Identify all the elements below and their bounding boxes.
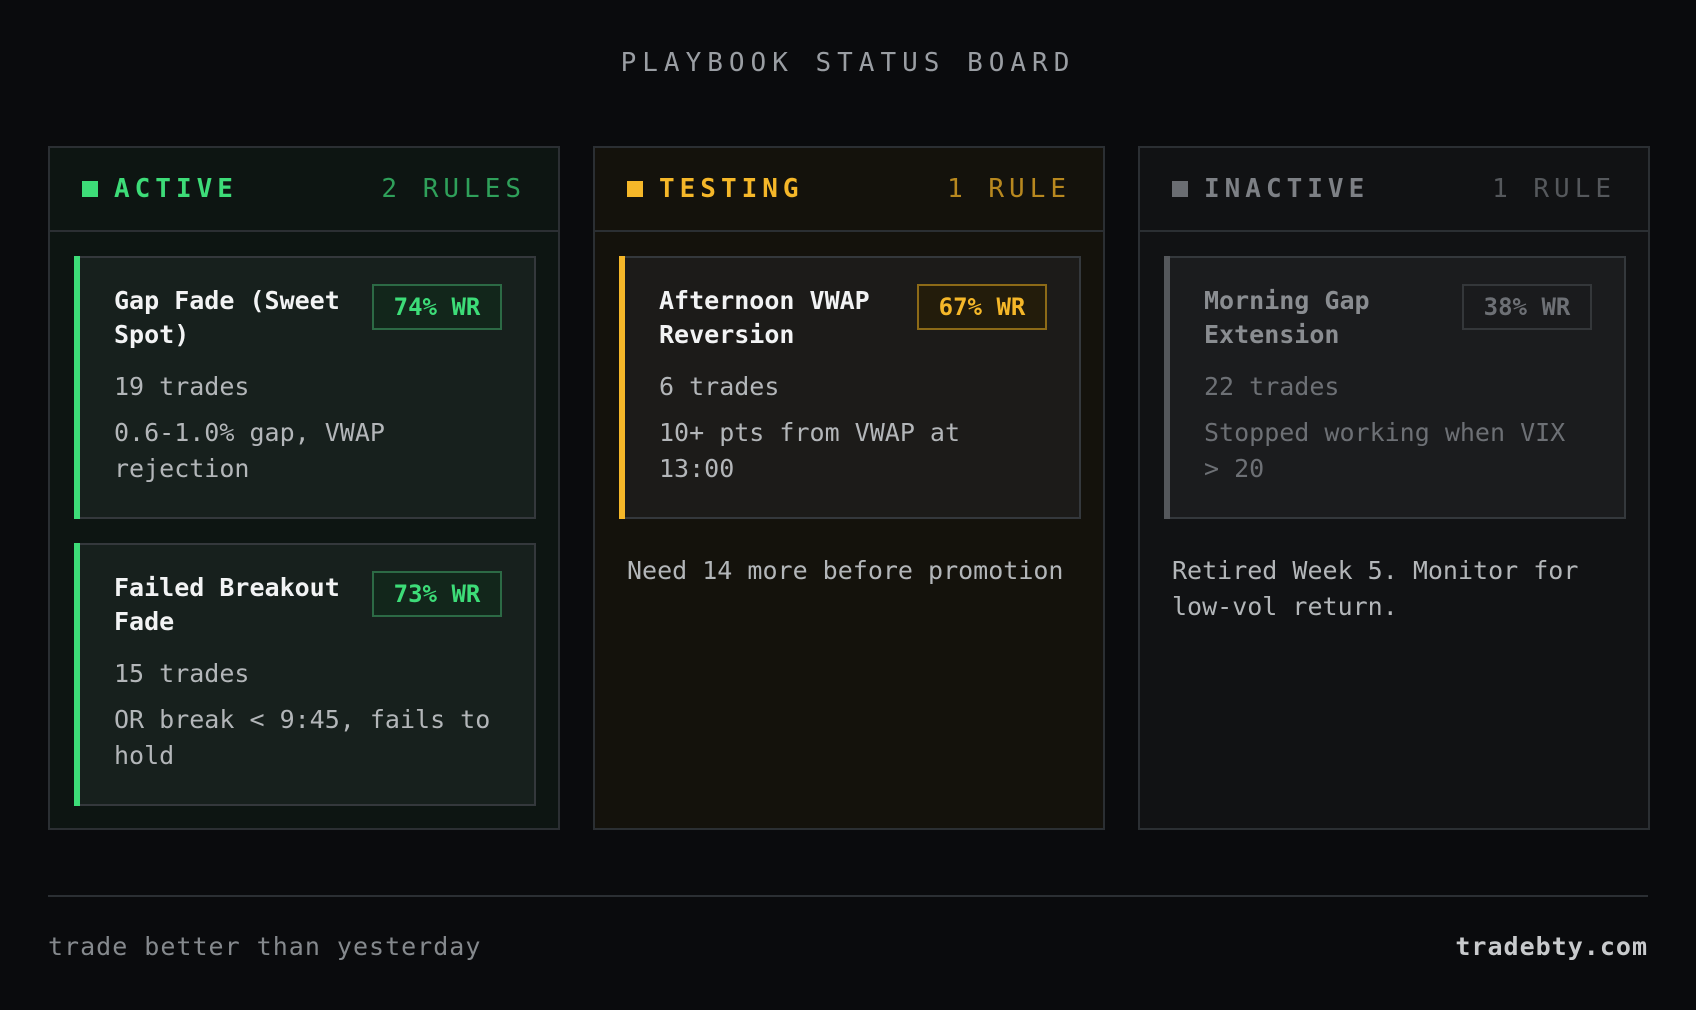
trade-count: 22 trades <box>1204 372 1340 401</box>
column-inactive: INACTIVE 1 RULE Morning Gap Extension 38… <box>1138 146 1650 830</box>
status-square-icon <box>627 181 643 197</box>
trade-count: 19 trades <box>114 372 250 401</box>
column-name: INACTIVE <box>1204 174 1370 204</box>
column-testing: TESTING 1 RULE Afternoon VWAP Reversion … <box>593 146 1105 830</box>
rule-description: 10+ pts from VWAP at 13:00 <box>659 418 961 483</box>
rule-name: Failed Breakout Fade <box>114 573 340 636</box>
rule-description: Stopped working when VIX > 20 <box>1204 418 1566 483</box>
status-square-icon <box>1172 181 1188 197</box>
column-header-testing: TESTING 1 RULE <box>595 148 1103 232</box>
trade-count: 6 trades <box>659 372 780 401</box>
rule-description: OR break < 9:45, fails to hold <box>114 705 491 770</box>
rule-count: 1 RULE <box>1492 174 1616 204</box>
rule-card-gap-fade[interactable]: Gap Fade (Sweet Spot) 74% WR 19 trades 0… <box>74 256 536 519</box>
rule-name: Afternoon VWAP Reversion <box>659 286 870 349</box>
win-rate-badge: 67% WR <box>917 284 1047 330</box>
rule-card-failed-breakout[interactable]: Failed Breakout Fade 73% WR 15 trades OR… <box>74 543 536 806</box>
playbook-board: PLAYBOOK STATUS BOARD ACTIVE 2 RULES Gap… <box>0 0 1696 1010</box>
rule-description: 0.6-1.0% gap, VWAP rejection <box>114 418 385 483</box>
column-active: ACTIVE 2 RULES Gap Fade (Sweet Spot) 74%… <box>48 146 560 830</box>
rule-name: Morning Gap Extension <box>1204 286 1370 349</box>
status-square-icon <box>82 181 98 197</box>
win-rate-badge: 73% WR <box>372 571 502 617</box>
footer-tagline: trade better than yesterday <box>48 932 482 961</box>
column-name: ACTIVE <box>114 174 238 204</box>
column-header-inactive: INACTIVE 1 RULE <box>1140 148 1648 232</box>
win-rate-badge: 74% WR <box>372 284 502 330</box>
rule-count: 2 RULES <box>381 174 526 204</box>
status-columns: ACTIVE 2 RULES Gap Fade (Sweet Spot) 74%… <box>48 146 1650 830</box>
rule-count: 1 RULE <box>947 174 1071 204</box>
column-note: Retired Week 5. Monitor for low-vol retu… <box>1172 556 1579 621</box>
rule-card-afternoon-vwap[interactable]: Afternoon VWAP Reversion 67% WR 6 trades… <box>619 256 1081 519</box>
footer-divider <box>48 895 1648 897</box>
column-header-active: ACTIVE 2 RULES <box>50 148 558 232</box>
rule-card-morning-gap[interactable]: Morning Gap Extension 38% WR 22 trades S… <box>1164 256 1626 519</box>
trade-count: 15 trades <box>114 659 250 688</box>
footer-site-link[interactable]: tradebty.com <box>1455 932 1648 961</box>
column-name: TESTING <box>659 174 804 204</box>
column-note: Need 14 more before promotion <box>627 556 1064 585</box>
win-rate-badge: 38% WR <box>1462 284 1592 330</box>
rule-name: Gap Fade (Sweet Spot) <box>114 286 340 349</box>
page-title: PLAYBOOK STATUS BOARD <box>620 48 1076 78</box>
